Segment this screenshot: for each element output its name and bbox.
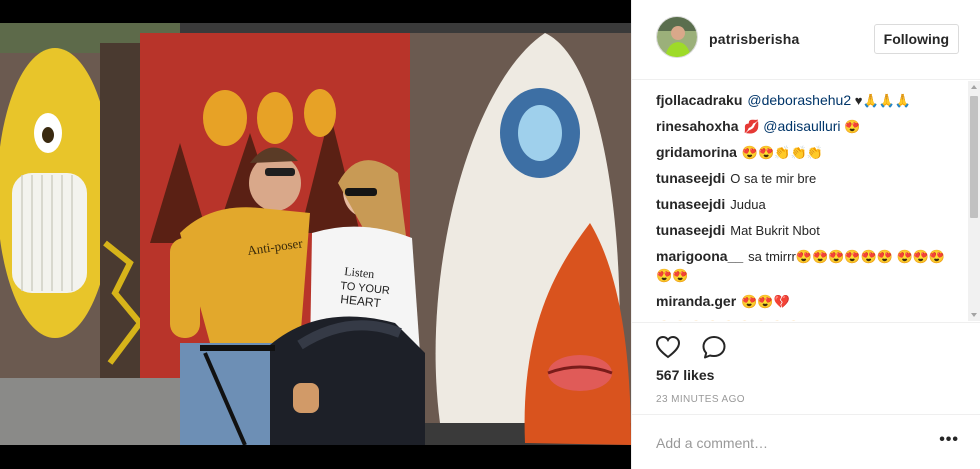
scroll-down-arrow-icon[interactable] — [971, 313, 977, 317]
post-actions: 567 likes 23 MINUTES AGO — [632, 322, 980, 405]
following-button[interactable]: Following — [873, 24, 959, 54]
comment-text: 😍 — [840, 119, 861, 134]
action-icons — [654, 333, 742, 363]
comment-mention[interactable]: @adisaulluri — [763, 118, 840, 134]
comments-scrollbar[interactable] — [968, 81, 980, 321]
comment-mention[interactable]: @deborashehu2 — [747, 92, 851, 108]
more-options-icon[interactable]: ••• — [939, 432, 959, 448]
comment-row: rinesahoxha 💋 @adisaulluri 😍 — [656, 117, 956, 136]
comment-text: Judua — [730, 197, 766, 212]
post-photo[interactable]: Anti-poser Listen TO YOUR HEART — [0, 23, 631, 445]
heart-icon[interactable] — [654, 333, 682, 361]
username[interactable]: patrisberisha — [709, 31, 800, 47]
comment-text: Mat Bukrit Nbot — [730, 223, 820, 238]
comments-list: fjollacadraku @deborashehu2 ♥🙏🙏🙏 rinesahox… — [632, 81, 980, 321]
comment-text: O sa te mir bre — [730, 171, 817, 186]
scrollbar-thumb[interactable] — [970, 96, 978, 218]
comment-username[interactable]: tunaseejdi — [656, 170, 725, 186]
comment-text: 😍😍😍😍😍😍😍😍😍 — [656, 320, 802, 321]
likes-count[interactable]: 567 likes — [656, 367, 714, 383]
add-comment-bar: ••• — [632, 414, 980, 469]
comment-row: marigoona__ sa tmirrr😍😍😍😍😍😍 😍😍😍😍😍 — [656, 247, 956, 285]
speech-bubble-icon[interactable] — [700, 333, 728, 361]
comment-username[interactable]: fjollacadraku — [656, 92, 742, 108]
post-timestamp[interactable]: 23 MINUTES AGO — [656, 394, 745, 405]
comment-input[interactable] — [656, 433, 916, 453]
avatar[interactable] — [656, 16, 698, 58]
comment-username[interactable]: rinesahoxha — [656, 118, 738, 134]
post-photo-graphic: Anti-poser Listen TO YOUR HEART — [0, 23, 631, 445]
comment-row: gridamorina 😍😍👏👏👏 — [656, 143, 956, 162]
comment-text: 😍😍👏👏👏 — [741, 145, 823, 160]
comment-username[interactable]: tunaseejdi — [656, 196, 725, 212]
comment-prefix: 💋 — [743, 119, 764, 134]
comment-row: fjollacadraku @deborashehu2 ♥🙏🙏🙏 — [656, 91, 956, 110]
comment-list-body: fjollacadraku @deborashehu2 ♥🙏🙏🙏 rinesahox… — [656, 91, 956, 321]
comment-text: 😍😍💔 — [741, 294, 790, 309]
comment-row: miranda.ger 😍😍💔 — [656, 292, 956, 311]
comment-username[interactable]: tunaseejdi — [656, 222, 725, 238]
avatar-image — [657, 17, 697, 57]
comment-row: tunaseejdi O sa te mir bre — [656, 169, 956, 188]
photo-pane: Anti-poser Listen TO YOUR HEART — [0, 0, 631, 469]
comment-row: 😍😍😍😍😍😍😍😍😍 — [656, 318, 956, 321]
post-panel: patrisberisha Following fjollacadraku @de… — [631, 0, 980, 469]
comment-username[interactable]: marigoona__ — [656, 248, 743, 264]
comment-row: tunaseejdi Mat Bukrit Nbot — [656, 221, 956, 240]
post-header: patrisberisha Following — [632, 0, 980, 80]
comment-row: tunaseejdi Judua — [656, 195, 956, 214]
comment-text: ♥🙏🙏🙏 — [851, 93, 912, 108]
scroll-up-arrow-icon[interactable] — [971, 85, 977, 89]
comment-username[interactable]: miranda.ger — [656, 293, 736, 309]
comment-username[interactable]: gridamorina — [656, 144, 737, 160]
